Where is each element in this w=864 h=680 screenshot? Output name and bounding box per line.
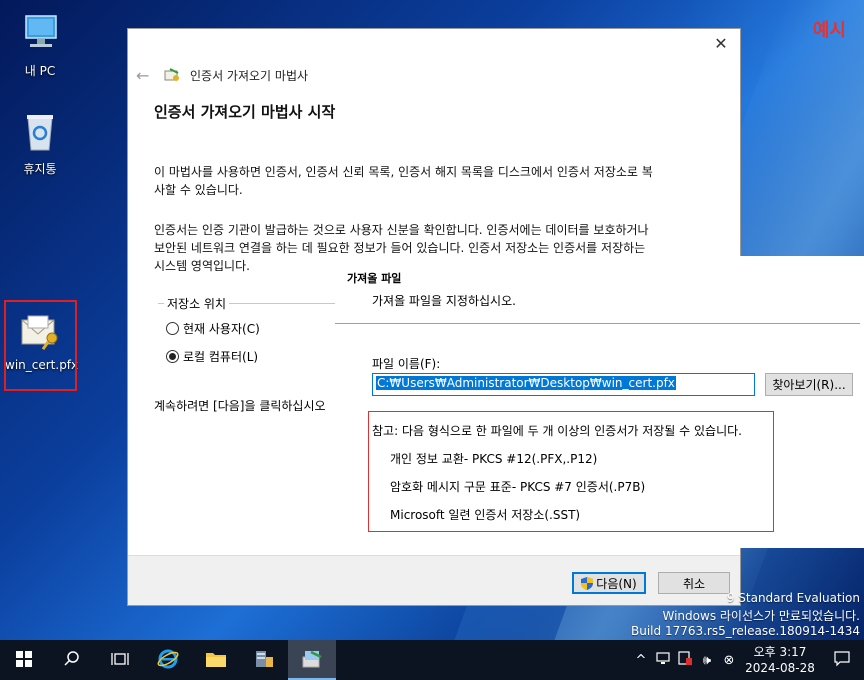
storage-location-legend: 저장소 위치: [164, 295, 230, 312]
clock-date: 2024-08-28: [745, 661, 815, 675]
browse-button-label: 찾아보기(R)...: [772, 378, 846, 392]
taskbar-certificate-wizard[interactable]: [288, 640, 336, 680]
note-header: 참고: 다음 형식으로 한 파일에 두 개 이상의 인증서가 저장될 수 있습니…: [372, 424, 742, 438]
radio-button[interactable]: [166, 322, 179, 335]
file-name-input[interactable]: C:₩Users₩Administrator₩Desktop₩win_cert.…: [372, 373, 755, 396]
taskbar-server-manager[interactable]: [240, 640, 288, 680]
uac-shield-icon: [581, 576, 594, 590]
radio-local-machine[interactable]: 로컬 컴퓨터(L): [166, 348, 258, 365]
server-manager-icon: [253, 649, 275, 672]
task-view-icon: [111, 651, 129, 670]
cancel-button[interactable]: 취소: [658, 572, 730, 594]
action-center-warning-icon[interactable]: [674, 651, 696, 669]
storage-location-group: 저장소 위치 현재 사용자(C) 로컬 컴퓨터(L): [158, 295, 358, 373]
certificate-wizard-icon: [301, 649, 323, 672]
desktop-icon-recycle-bin[interactable]: 휴지통: [5, 110, 75, 177]
desktop-icon-this-pc[interactable]: 내 PC: [5, 12, 75, 79]
panel-title: 가져올 파일: [347, 272, 402, 285]
example-tag: 예시: [812, 20, 846, 41]
folder-icon: [205, 650, 227, 671]
note-item: 개인 정보 교환- PKCS #12(.PFX,.P12): [390, 452, 598, 466]
clock-time: 오후 3:17: [753, 645, 807, 659]
chevron-up-icon[interactable]: ^: [630, 653, 652, 668]
desktop-icon-label: 내 PC: [24, 64, 56, 78]
desktop-icon-label: 휴지통: [23, 162, 57, 176]
network-icon[interactable]: [652, 651, 674, 669]
note-item: 암호화 메시지 구문 표준- PKCS #7 인증서(.P7B): [390, 480, 646, 494]
certificate-wizard-icon: [164, 67, 180, 83]
search-button[interactable]: [48, 640, 96, 680]
taskbar: ^ 🕪 ⊗ 오후 3:17 2024-08-28: [0, 640, 864, 680]
wizard-footer: 다음(N) 취소: [128, 555, 740, 605]
notification-icon: [834, 650, 850, 670]
evaluation-watermark: 9 Standard Evaluation: [726, 591, 860, 605]
file-to-import-panel: 가져올 파일 가져올 파일을 지정하십시오. 파일 이름(F): C:₩User…: [335, 256, 864, 548]
task-view-button[interactable]: [96, 640, 144, 680]
windows-logo-icon: [16, 650, 32, 670]
page-title: 인증서 가져오기 마법사 시작: [154, 103, 336, 121]
back-arrow-icon[interactable]: ←: [136, 66, 154, 85]
build-watermark: Build 17763.rs5_release.180914-1434: [631, 624, 860, 638]
close-circle-icon[interactable]: ⊗: [718, 653, 740, 668]
cancel-button-label: 취소: [682, 576, 706, 591]
radio-button-selected[interactable]: [166, 350, 179, 363]
wizard-nav-title: 인증서 가져오기 마법사: [190, 68, 309, 83]
file-name-value: C:₩Users₩Administrator₩Desktop₩win_cert.…: [376, 376, 676, 390]
next-button[interactable]: 다음(N): [572, 572, 646, 594]
system-tray: ^ 🕪 ⊗ 오후 3:17 2024-08-28: [630, 640, 864, 680]
recycle-bin-icon: [18, 110, 62, 154]
search-icon: [64, 650, 80, 670]
start-button[interactable]: [0, 640, 48, 680]
speaker-icon[interactable]: 🕪: [696, 653, 718, 668]
intro-paragraph: 이 마법사를 사용하면 인증서, 인증서 신뢰 목록, 인증서 해지 목록을 디…: [154, 165, 653, 197]
note-item: Microsoft 일련 인증서 저장소(.SST): [390, 508, 581, 522]
browse-button[interactable]: 찾아보기(R)...: [765, 373, 853, 396]
file-name-label: 파일 이름(F):: [372, 357, 441, 371]
notifications-button[interactable]: [820, 650, 864, 670]
radio-label: 로컬 컴퓨터(L): [183, 350, 259, 364]
taskbar-internet-explorer[interactable]: [144, 640, 192, 680]
license-watermark: Windows 라이선스가 만료되었습니다.: [662, 609, 861, 623]
note-box: 참고: 다음 형식으로 한 파일에 두 개 이상의 인증서가 저장될 수 있습니…: [368, 411, 774, 532]
radio-current-user[interactable]: 현재 사용자(C): [166, 320, 260, 337]
continue-text: 계속하려면 [다음]을 클릭하십시오: [154, 399, 326, 413]
internet-explorer-icon: [157, 648, 179, 673]
taskbar-file-explorer[interactable]: [192, 640, 240, 680]
divider: [335, 323, 860, 324]
radio-label: 현재 사용자(C): [183, 322, 260, 336]
taskbar-clock[interactable]: 오후 3:17 2024-08-28: [740, 644, 820, 676]
close-icon[interactable]: ✕: [710, 33, 732, 55]
panel-subtitle: 가져올 파일을 지정하십시오.: [372, 294, 516, 308]
wizard-nav: ← 인증서 가져오기 마법사: [136, 65, 308, 85]
next-button-label: 다음(N): [596, 576, 637, 591]
highlight-box: [4, 300, 77, 391]
computer-icon: [18, 12, 62, 56]
